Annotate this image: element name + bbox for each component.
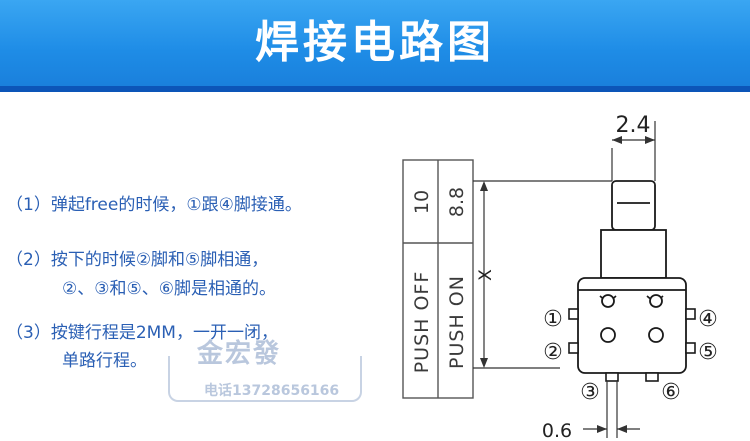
table-push-on-label: PUSH ON xyxy=(446,275,468,369)
pin-label-4: ④ xyxy=(698,307,718,332)
pin-arrow-right xyxy=(617,425,627,433)
stroke-arrow-bottom xyxy=(480,358,488,368)
table-on-value: 8.8 xyxy=(446,187,468,217)
top-width-label: 2.4 xyxy=(616,113,651,138)
pin-label-2: ② xyxy=(543,340,563,365)
pin-width-label: 0.6 xyxy=(542,420,572,441)
pin-label-3: ③ xyxy=(580,380,600,405)
switch-drawing: 10 8.8 PUSH OFF PUSH ON X 2.4 ① ② ④ ⑤ ③ … xyxy=(402,113,718,441)
pin-arrow-left xyxy=(597,425,607,433)
table-off-value: 10 xyxy=(411,190,433,214)
stroke-arrow-top xyxy=(480,181,488,191)
table-push-off-label: PUSH OFF xyxy=(411,271,433,374)
switch-outline xyxy=(577,180,687,374)
stroke-dimension-label: X xyxy=(476,269,496,281)
pin-label-6: ⑥ xyxy=(661,380,681,405)
pin-label-1: ① xyxy=(543,307,563,332)
pin-label-5: ⑤ xyxy=(698,340,718,365)
